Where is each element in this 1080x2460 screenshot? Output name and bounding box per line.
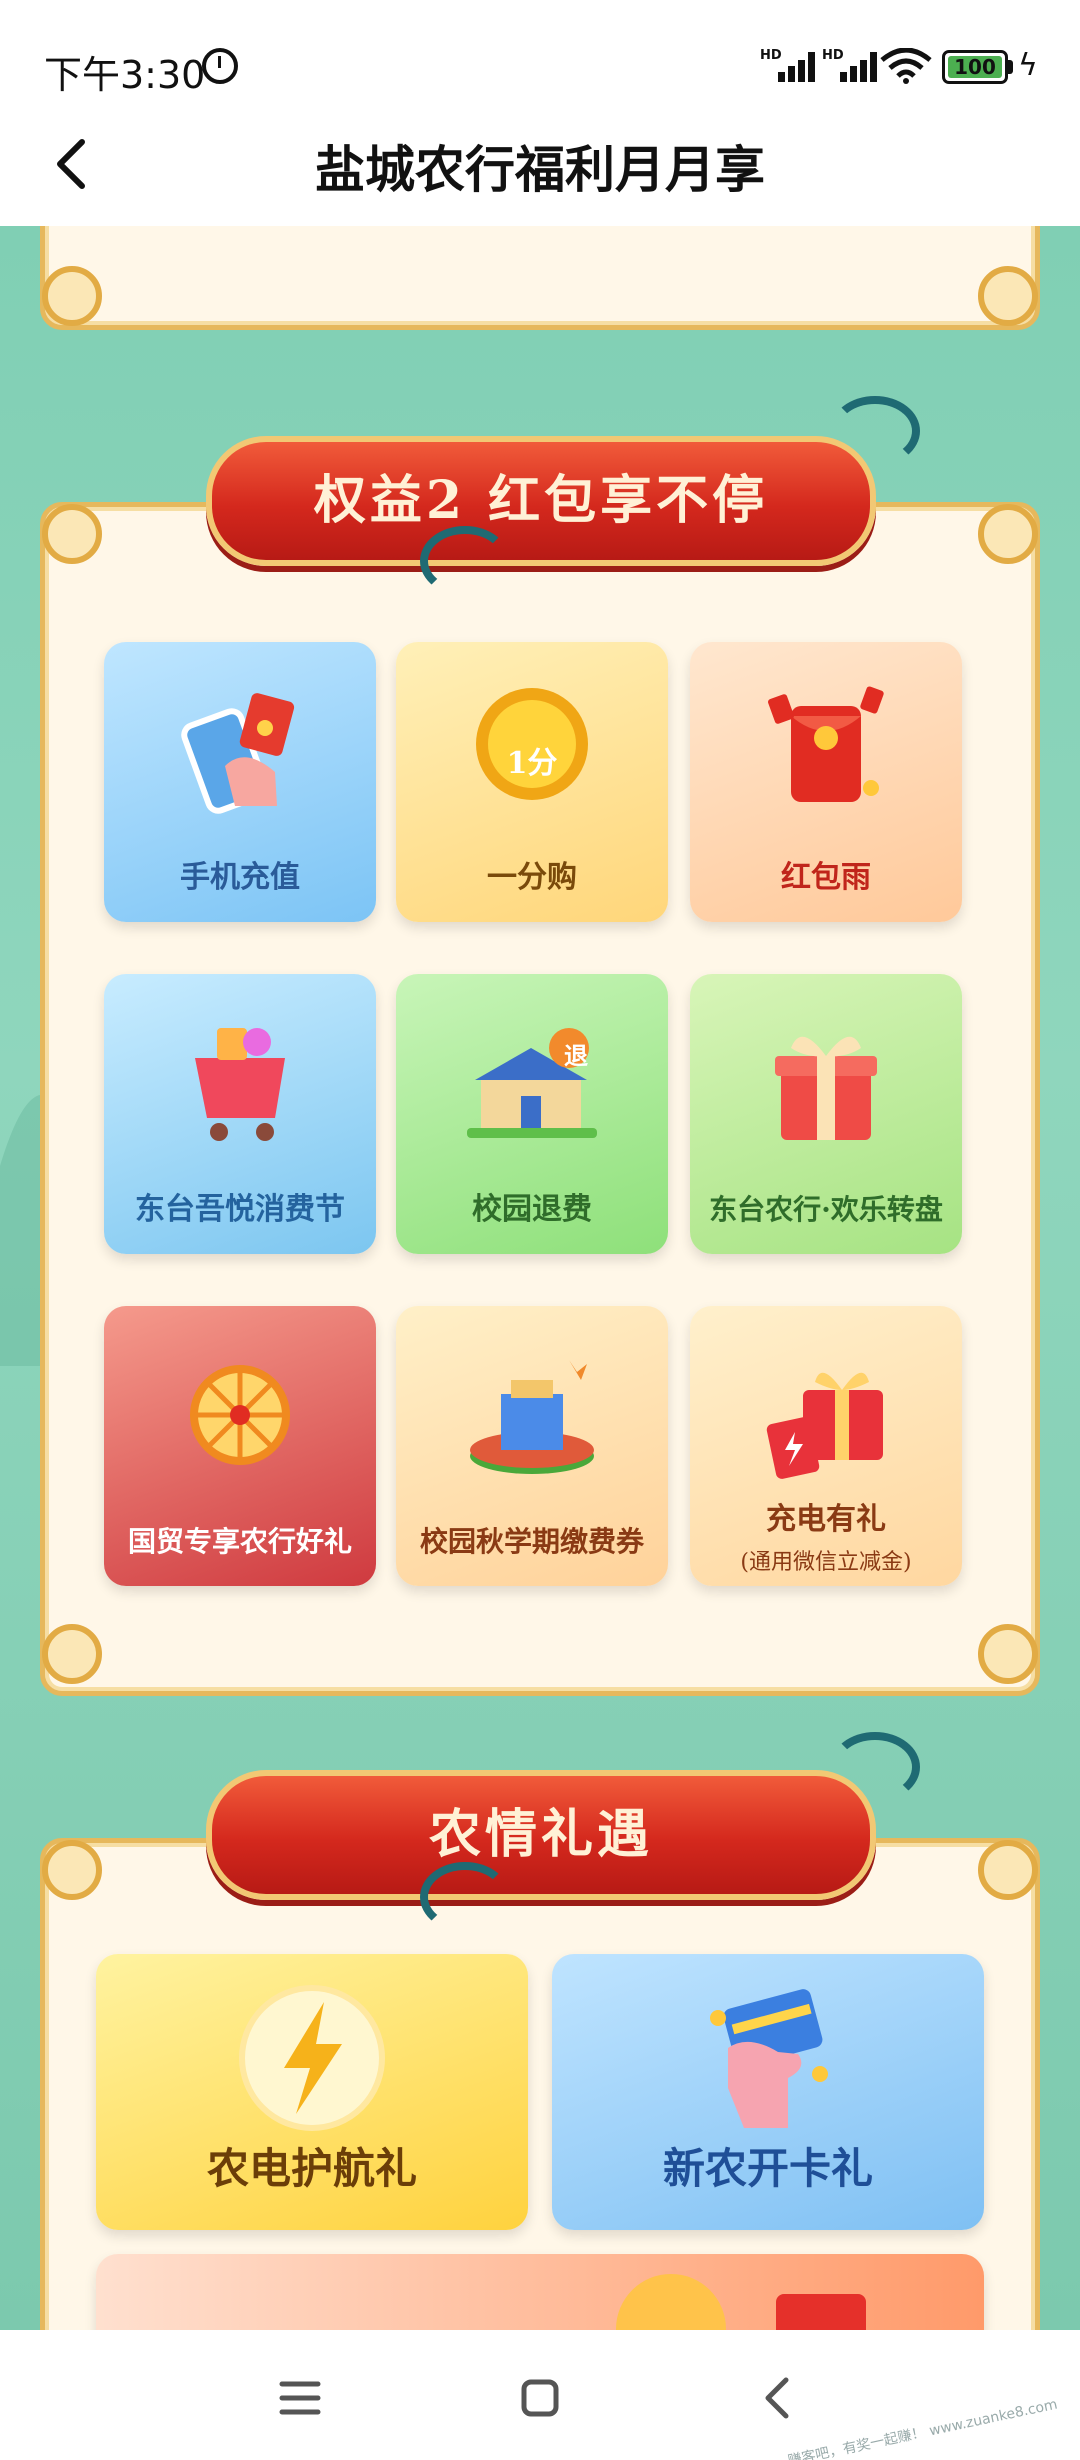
tile-campus-refund[interactable]: 退 校园退费 [396, 974, 668, 1254]
menu-icon[interactable] [270, 2368, 330, 2428]
card-label: 农电护航礼 [206, 2144, 417, 2193]
tile-label: 东台吾悦消费节 [135, 1192, 345, 1227]
coin-icon [616, 2274, 726, 2330]
tile-label: 充电有礼 [766, 1502, 886, 1537]
coin-badge: 1分 [506, 746, 558, 781]
frame-corner [978, 266, 1038, 326]
swirl-decoration [830, 1732, 920, 1802]
section-1-frame [40, 226, 1040, 330]
red-envelope-icon [776, 2294, 866, 2330]
page-title: 盐城农行福利月月享 [315, 141, 765, 199]
tile-sublabel: (通用微信立减金) [740, 1550, 912, 1575]
back-icon[interactable] [750, 2368, 810, 2428]
section-3-title: 农情礼遇 [428, 1804, 653, 1865]
bank-card-icon [710, 1989, 828, 2128]
charging-gift-icon [766, 1372, 883, 1479]
frame-corner [42, 266, 102, 326]
card-new-account-gift[interactable]: 新农开卡礼 [552, 1954, 984, 2230]
campus-icon [470, 1360, 594, 1474]
tile-label: 校园秋学期缴费券 [419, 1525, 644, 1558]
prize-wheel-icon [190, 1365, 290, 1465]
card-partial[interactable] [96, 2254, 984, 2330]
tile-label: 国贸专享农行好礼 [127, 1525, 352, 1558]
lightning-icon [239, 1985, 385, 2131]
tile-guomao-abc-gift[interactable]: 国贸专享农行好礼 [104, 1306, 376, 1586]
tile-label: 校园退费 [472, 1192, 592, 1227]
wifi-icon [880, 48, 932, 84]
tile-dongtai-wuyue-festival[interactable]: 东台吾悦消费节 [104, 974, 376, 1254]
tile-label: 东台农行·欢乐转盘 [709, 1193, 943, 1226]
charging-icon: ϟ [1018, 48, 1038, 83]
battery-level: 100 [954, 55, 996, 79]
refund-badge: 退 [564, 1041, 588, 1070]
frame-corner [978, 1624, 1038, 1684]
frame-corner [978, 1840, 1038, 1900]
swirl-decoration [420, 526, 510, 596]
tile-one-cent-buy[interactable]: 1分 一分购 [396, 642, 668, 922]
status-time: 下午3:30 [44, 53, 206, 97]
navigation-bar: 赚客吧，有奖一起赚！ www.zuanke8.com [0, 2330, 1080, 2460]
alarm-icon [202, 48, 238, 84]
tile-campus-autumn-coupon[interactable]: 校园秋学期缴费券 [396, 1306, 668, 1586]
section-3-banner: 农情礼遇 [206, 1770, 876, 1900]
swirl-decoration [420, 1862, 510, 1932]
tile-label: 红包雨 [781, 860, 871, 895]
section-2-title: 权益2 红包享不停 [313, 470, 769, 531]
swirl-decoration [830, 396, 920, 466]
content-area: 权益2 红包享不停 手机充值 1分 一分购 红包雨 东台吾悦消费节 退 校园退费… [0, 226, 1080, 2330]
shopping-cart-icon [195, 1028, 285, 1141]
card-label: 新农开卡礼 [662, 2144, 873, 2193]
frame-corner [42, 1624, 102, 1684]
tile-label: 手机充值 [180, 860, 300, 895]
section-2-banner: 权益2 红包享不停 [206, 436, 876, 566]
gift-box-icon [775, 1036, 877, 1140]
signal-icon-2: HD [822, 48, 880, 82]
school-building-icon [467, 1028, 597, 1138]
frame-corner [42, 1840, 102, 1900]
signal-icon: HD [760, 48, 818, 82]
frame-corner [978, 504, 1038, 564]
card-power-escort-gift[interactable]: 农电护航礼 [96, 1954, 528, 2230]
app-header: 盐城农行福利月月享 [0, 100, 1080, 226]
tile-charging-gift[interactable]: 充电有礼 (通用微信立减金) [690, 1306, 962, 1586]
battery-cap [1008, 60, 1013, 74]
tile-phone-topup[interactable]: 手机充值 [104, 642, 376, 922]
home-icon[interactable] [510, 2368, 570, 2428]
tile-dongtai-abc-wheel[interactable]: 东台农行·欢乐转盘 [690, 974, 962, 1254]
tile-label: 一分购 [487, 860, 577, 895]
watermark: 赚客吧，有奖一起赚！ www.zuanke8.com [786, 2396, 1059, 2460]
battery-icon: 100 [942, 50, 1008, 84]
phone-topup-icon [181, 693, 295, 814]
red-envelope-icon [768, 686, 884, 802]
frame-corner [42, 504, 102, 564]
tile-red-envelope-rain[interactable]: 红包雨 [690, 642, 962, 922]
